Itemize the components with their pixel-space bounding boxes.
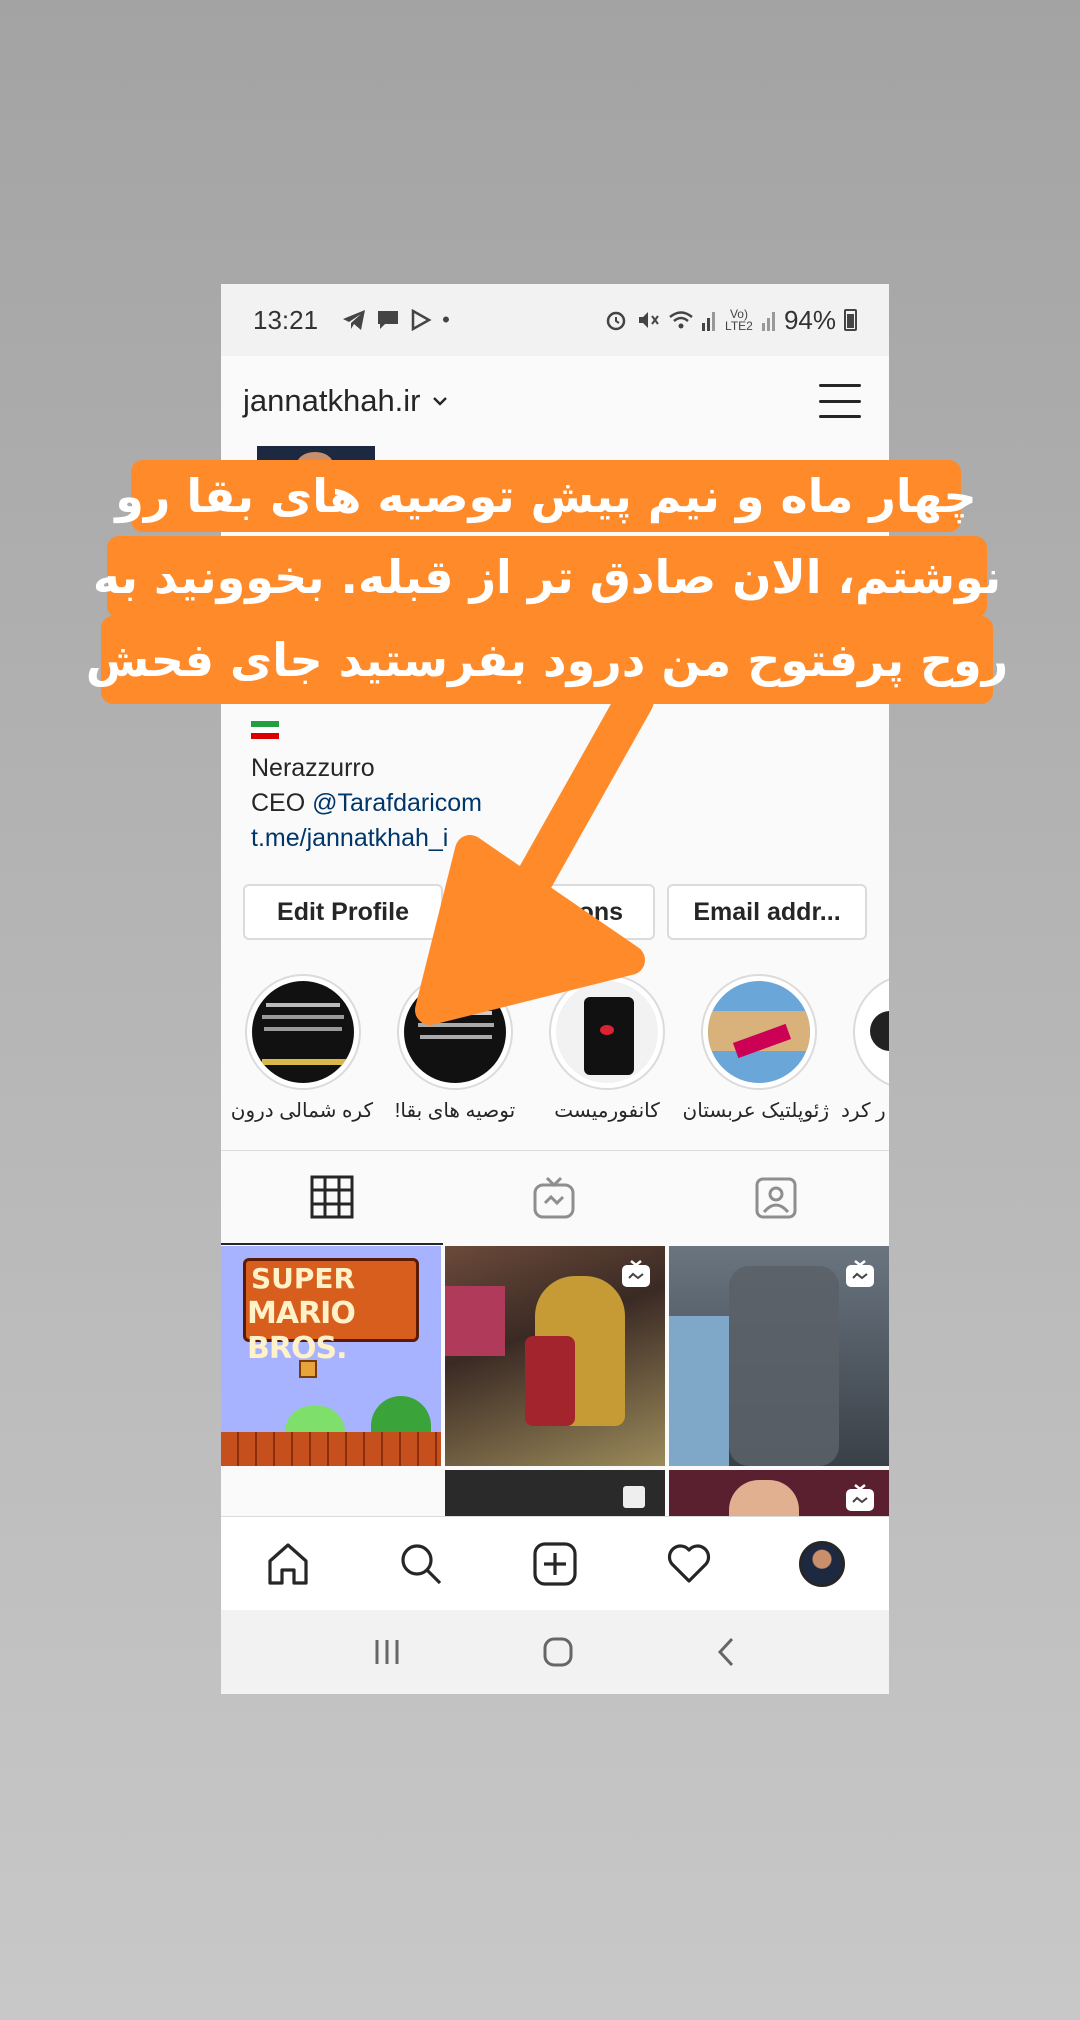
new-post-button[interactable] — [525, 1534, 585, 1594]
caption-line: چهار ماه و نیم پیش توصیه های بقا رو — [115, 460, 977, 532]
tagged-icon — [755, 1177, 797, 1219]
profile-tabs — [221, 1150, 889, 1245]
home-nav-icon[interactable] — [542, 1636, 574, 1668]
tab-tagged[interactable] — [665, 1151, 887, 1245]
alarm-icon — [606, 311, 626, 331]
home-button[interactable] — [258, 1534, 318, 1594]
arrow-annotation — [415, 690, 654, 1025]
lte-label: Vo) LTE2 — [725, 307, 753, 333]
highlight-thumb — [708, 981, 810, 1083]
chevron-down-icon[interactable] — [431, 392, 449, 410]
post-title-line1: SUPER — [251, 1262, 356, 1295]
mute-icon — [638, 312, 659, 328]
post-thumbnail[interactable] — [445, 1246, 665, 1466]
posts-grid: SUPER MARIO BROS. — [221, 1244, 889, 1524]
igtv-icon — [533, 1176, 575, 1219]
play-store-icon — [411, 309, 432, 331]
highlight-label: توصیه های بقا! — [394, 1100, 516, 1122]
bio-ceo: CEO — [251, 789, 313, 817]
profile-header: jannatkhah.ir — [221, 356, 889, 446]
tab-igtv[interactable] — [443, 1151, 665, 1245]
signal-icon — [701, 312, 715, 331]
bottom-navigation — [221, 1516, 889, 1610]
message-icon — [378, 311, 399, 329]
highlight-thumb — [252, 981, 354, 1083]
highlight-thumb — [860, 981, 889, 1083]
highlight-label: ر کرد — [841, 1100, 886, 1122]
status-bar: 13:21 • Vo) LTE2 94% — [221, 284, 889, 356]
highlight-ring — [701, 974, 817, 1090]
menu-button[interactable] — [819, 384, 861, 418]
profile-button[interactable] — [792, 1534, 852, 1594]
menu-line — [819, 384, 861, 387]
post-title-line2: MARIO BROS. — [247, 1296, 356, 1366]
highlight-item[interactable]: ر کرد — [841, 974, 889, 1123]
heart-icon — [667, 1543, 710, 1583]
wifi-icon — [669, 311, 693, 329]
igtv-badge-icon — [846, 1484, 874, 1511]
status-time: 13:21 — [253, 304, 319, 335]
battery-percent: 94% — [783, 304, 836, 335]
tab-grid[interactable] — [221, 1151, 443, 1245]
plus-square-icon — [533, 1541, 577, 1586]
signal-icon-2 — [761, 312, 775, 331]
story-caption: چهار ماه و نیم پیش توصیه های بقا رو نوشت… — [86, 460, 1008, 705]
post-thumbnail[interactable]: SUPER MARIO BROS. — [221, 1246, 441, 1466]
menu-line — [819, 399, 861, 403]
caption-line: نوشتم، الان صادق تر از قبله. بخوونید به — [93, 536, 1001, 618]
home-icon — [268, 1542, 308, 1585]
system-navigation — [221, 1610, 889, 1694]
activity-button[interactable] — [659, 1534, 719, 1594]
recents-icon[interactable] — [372, 1638, 402, 1666]
dot-icon: • — [442, 307, 450, 332]
post-thumbnail[interactable] — [669, 1246, 889, 1466]
email-button[interactable]: Email addr... — [667, 884, 867, 940]
iran-flag-icon — [251, 721, 279, 739]
highlight-label: کره شمالی درون — [230, 1100, 373, 1122]
telegram-icon — [343, 310, 366, 330]
username-label[interactable]: jannatkhah.ir — [243, 383, 421, 419]
search-icon — [401, 1543, 442, 1584]
igtv-badge-icon — [846, 1260, 874, 1287]
highlight-label: ژئوپلتیک عربستان — [682, 1100, 829, 1122]
highlight-item[interactable]: ژئوپلتیک عربستان — [682, 974, 829, 1123]
highlight-ring — [245, 974, 361, 1090]
highlight-item[interactable]: کره شمالی درون — [230, 974, 373, 1123]
grid-icon — [310, 1175, 354, 1219]
igtv-badge-icon — [622, 1260, 650, 1287]
highlight-label: کانفورمیست — [554, 1100, 660, 1122]
highlight-ring — [853, 974, 889, 1090]
back-icon[interactable] — [714, 1637, 738, 1667]
search-button[interactable] — [391, 1534, 451, 1594]
battery-icon — [844, 309, 857, 331]
profile-avatar-icon — [799, 1540, 846, 1587]
menu-line — [819, 415, 861, 418]
caption-line: روح پرفتوح من درود بفرستید جای فحش — [86, 616, 1008, 704]
